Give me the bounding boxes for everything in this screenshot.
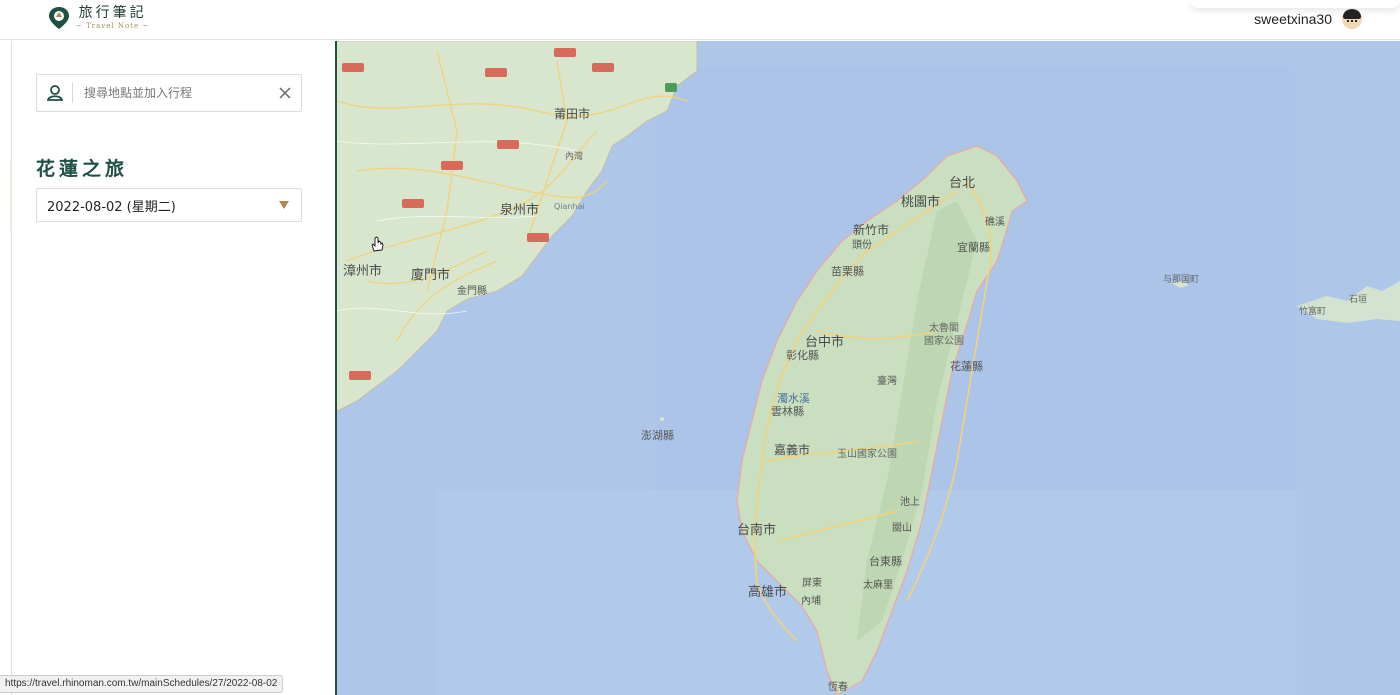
map-label-area: 太麻里 xyxy=(863,580,893,591)
map-label-area: 玉山國家公園 xyxy=(837,449,897,460)
map-label-city[interactable]: 台北 xyxy=(949,172,975,191)
map-label-area: 台東縣 xyxy=(869,555,902,568)
search-divider xyxy=(72,83,73,103)
map-label-area: 苗栗縣 xyxy=(831,265,864,278)
map-label-area: 与那国町 xyxy=(1163,275,1200,285)
status-bar-url: https://travel.rhinoman.com.tw/mainSched… xyxy=(0,675,284,693)
map-label-city[interactable]: 莆田市 xyxy=(554,105,590,122)
map-label-area: 恆春 xyxy=(828,682,848,693)
map-label-city[interactable]: 高雄市 xyxy=(748,581,787,600)
map-label-city: 內灣 xyxy=(565,152,584,162)
avatar-icon[interactable] xyxy=(1342,9,1362,29)
person-pin-icon xyxy=(46,85,64,101)
search-input[interactable] xyxy=(84,86,274,100)
map-label-area: 金門縣 xyxy=(457,286,487,297)
caret-down-icon xyxy=(279,201,289,209)
map-label-area: 池上 xyxy=(900,497,920,508)
map-label-area: 澎湖縣 xyxy=(641,429,674,442)
app-title: 旅行筆記 xyxy=(78,5,147,21)
map-label-area: 屏東 xyxy=(802,578,822,589)
selected-date: 2022-08-02 (星期二) xyxy=(47,199,176,215)
google-map[interactable]: 莆田市 內灣 泉州市 Qianhai 漳州市 廈門市 金門縣 澎湖縣 台北 桃園… xyxy=(337,41,1400,695)
header-shadow xyxy=(1190,0,1400,8)
map-label-area: 臺灣 xyxy=(877,376,897,387)
close-icon[interactable] xyxy=(277,85,293,101)
map-label-area: Qianhai xyxy=(554,202,585,211)
map-pin-logo-icon xyxy=(49,7,69,29)
map-label-city[interactable]: 泉州市 xyxy=(500,199,539,218)
schedule-panel: 花蓮之旅 2022-08-02 (星期二) xyxy=(12,41,335,695)
map-label-city[interactable]: 漳州市 xyxy=(343,260,382,279)
search-box[interactable] xyxy=(36,74,302,112)
map-label-area: 內埔 xyxy=(801,596,821,607)
app-logo[interactable]: 旅行筆記 ~ Travel Note ~ xyxy=(48,6,149,30)
map-label-area: 頭份 xyxy=(852,240,872,251)
app-subtitle: ~ Travel Note ~ xyxy=(76,22,150,30)
map-label-area: 關山 xyxy=(892,523,912,534)
trip-title: 花蓮之旅 xyxy=(36,158,129,180)
left-rail xyxy=(0,41,12,695)
map-label-city[interactable]: 嘉義市 xyxy=(774,441,810,458)
map-label-area: 彰化縣 xyxy=(786,349,819,362)
map-label-area: 宜蘭縣 xyxy=(957,241,990,254)
map-label-area: 礁溪 xyxy=(985,217,1005,228)
map-label-city[interactable]: 台南市 xyxy=(737,519,776,538)
map-label-area: 石垣 xyxy=(1349,295,1368,305)
map-label-area: 竹富町 xyxy=(1299,307,1327,317)
map-label-area: 花蓮縣 xyxy=(950,360,983,373)
map-label-area: 雲林縣 xyxy=(771,405,804,418)
map-label-city[interactable]: 桃園市 xyxy=(901,191,940,210)
map-labels: 莆田市 內灣 泉州市 Qianhai 漳州市 廈門市 金門縣 澎湖縣 台北 桃園… xyxy=(337,41,1400,695)
username[interactable]: sweetxina30 xyxy=(1254,11,1332,27)
map-label-area: 國家公園 xyxy=(924,336,964,347)
map-label-city[interactable]: 廈門市 xyxy=(411,264,450,283)
top-header: 旅行筆記 ~ Travel Note ~ sweetxina30 xyxy=(0,0,1400,40)
user-menu[interactable]: sweetxina30 xyxy=(1254,9,1362,29)
date-dropdown[interactable]: 2022-08-02 (星期二) xyxy=(36,188,302,222)
hand-cursor-icon xyxy=(371,236,384,252)
